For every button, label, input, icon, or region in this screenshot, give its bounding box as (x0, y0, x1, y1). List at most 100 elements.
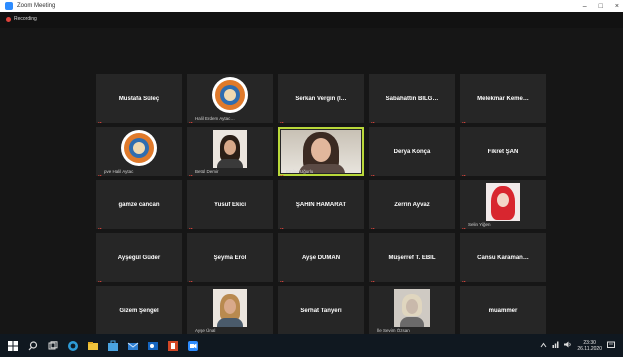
system-tray: 23:30 26.11.2020 (540, 340, 615, 352)
participant-caption: pve Halil Aytac (104, 169, 134, 174)
network-icon[interactable] (552, 341, 559, 350)
participant-name: Serkan Vergin (İ… (295, 95, 347, 102)
participant-video (281, 130, 361, 173)
search-icon[interactable] (26, 339, 40, 353)
taskbar-clock[interactable]: 23:30 26.11.2020 (577, 340, 602, 352)
participant-tile[interactable]: Melekmar Keme… (460, 74, 546, 123)
muted-mic-icon (279, 115, 285, 123)
participant-tile[interactable]: Ayşegül Güder (96, 233, 182, 282)
participant-tile[interactable]: Yusuf Ekici (187, 180, 273, 229)
muted-mic-icon (279, 221, 285, 229)
participant-tile[interactable]: Derya Konça (369, 127, 455, 176)
participant-tile[interactable]: muammer (460, 286, 546, 335)
task-view-icon[interactable] (46, 339, 60, 353)
window-title: Zoom Meeting (17, 3, 56, 9)
muted-mic-icon (188, 327, 194, 335)
participant-name: Gizem Şengel (119, 307, 159, 314)
participant-tile[interactable]: Gizem Şengel (96, 286, 182, 335)
muted-mic-icon (188, 168, 194, 176)
muted-mic-icon (279, 168, 285, 176)
muted-mic-icon (279, 327, 285, 335)
participant-tile[interactable]: pve Halil Aytac (96, 127, 182, 176)
participant-avatar (486, 183, 520, 221)
muted-mic-icon (370, 221, 376, 229)
window-controls: – □ × (583, 0, 619, 12)
edge-icon[interactable] (66, 339, 80, 353)
participant-tile[interactable]: Emine Uğurlu (278, 127, 364, 176)
participant-tile[interactable]: İle Sevim Özsan (369, 286, 455, 335)
muted-mic-icon (370, 168, 376, 176)
participant-tile[interactable]: Ayşe DUMAN (278, 233, 364, 282)
muted-mic-icon (461, 115, 467, 123)
muted-mic-icon (188, 115, 194, 123)
participant-tile[interactable]: gamze cancan (96, 180, 182, 229)
participant-name: Şeyma Erol (213, 254, 247, 261)
volume-icon[interactable] (564, 341, 572, 350)
participant-tile[interactable]: Şeyma Erol (187, 233, 273, 282)
participant-tile[interactable]: Selin Yiğen (460, 180, 546, 229)
participant-name: muammer (488, 307, 518, 314)
participant-photo (213, 130, 247, 168)
participant-caption: İle Sevim Özsan (377, 328, 410, 333)
recording-dot-icon (6, 16, 11, 22)
muted-mic-icon (97, 168, 103, 176)
recording-label: Recording (14, 16, 37, 22)
participant-caption: Betül Demir (195, 169, 219, 174)
participant-name: Fikret ŞAN (487, 148, 519, 155)
participant-name: Müşerref T. EBİL (388, 254, 436, 261)
participant-photo (213, 289, 247, 327)
mail-icon[interactable] (126, 339, 140, 353)
participant-tile[interactable]: ŞAHİN HAMARAT (278, 180, 364, 229)
participant-tile[interactable]: Fikret ŞAN (460, 127, 546, 176)
powerpoint-icon[interactable] (166, 339, 180, 353)
participant-tile[interactable]: Serhat Tanyeri (278, 286, 364, 335)
notifications-icon[interactable] (607, 341, 615, 351)
participant-tile[interactable]: Müşerref T. EBİL (369, 233, 455, 282)
participant-name: Melekmar Keme… (477, 95, 529, 102)
clock-date: 26.11.2020 (577, 345, 602, 352)
recording-indicator[interactable]: Recording (6, 16, 37, 22)
participant-caption: Halil Erdem Aytac… (195, 116, 235, 121)
meeting-stage: Mustafa Süleç Halil Erdem Aytac… Serkan Ve… (0, 28, 623, 335)
windows-icon[interactable] (6, 339, 20, 353)
outlook-icon[interactable] (146, 339, 160, 353)
zoom-icon[interactable] (186, 339, 200, 353)
participant-tile[interactable]: Ayşe Ünal (187, 286, 273, 335)
participant-caption: Emine Uğurlu (286, 169, 314, 174)
participant-name: Cansu Karaman… (477, 254, 529, 261)
muted-mic-icon (97, 327, 103, 335)
zoom-app-icon (5, 2, 13, 10)
file-explorer-icon[interactable] (86, 339, 100, 353)
participant-name: Ayşe DUMAN (301, 254, 341, 261)
participant-tile[interactable]: Serkan Vergin (İ… (278, 74, 364, 123)
participant-tile[interactable]: Sabahattin BİLG… (369, 74, 455, 123)
maximize-button[interactable]: □ (599, 3, 603, 10)
participant-tile[interactable]: Betül Demir (187, 127, 273, 176)
muted-mic-icon (461, 274, 467, 282)
participant-tile[interactable]: Mustafa Süleç (96, 74, 182, 123)
participant-tile[interactable]: Zerrin Ayvaz (369, 180, 455, 229)
minimize-button[interactable]: – (583, 3, 587, 10)
window-titlebar: Zoom Meeting – □ × (0, 0, 623, 12)
participant-logo (212, 77, 248, 113)
muted-mic-icon (370, 115, 376, 123)
participant-tile[interactable]: Halil Erdem Aytac… (187, 74, 273, 123)
muted-mic-icon (279, 274, 285, 282)
participant-name: Sabahattin BİLG… (385, 95, 439, 102)
participant-name: Yusuf Ekici (213, 201, 246, 208)
participant-name: Mustafa Süleç (118, 95, 160, 102)
muted-mic-icon (461, 221, 467, 229)
muted-mic-icon (461, 327, 467, 335)
participant-name: Derya Konça (393, 148, 431, 155)
recording-bar: Recording (0, 12, 623, 28)
close-button[interactable]: × (615, 3, 619, 10)
muted-mic-icon (97, 115, 103, 123)
tray-chevron-icon[interactable] (540, 342, 547, 350)
participant-name: gamze cancan (118, 201, 160, 208)
gallery-grid: Mustafa Süleç Halil Erdem Aytac… Serkan Ve… (96, 74, 546, 335)
participant-name: Ayşegül Güder (117, 254, 161, 261)
store-icon[interactable] (106, 339, 120, 353)
muted-mic-icon (97, 274, 103, 282)
participant-caption: Ayşe Ünal (195, 328, 216, 333)
participant-tile[interactable]: Cansu Karaman… (460, 233, 546, 282)
